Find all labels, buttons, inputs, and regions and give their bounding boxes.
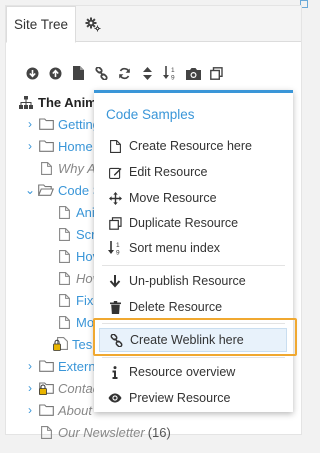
menu-item-label: Delete Resource — [129, 300, 223, 314]
tree-item-home[interactable]: › Home — [24, 136, 93, 156]
camera-icon[interactable] — [185, 65, 201, 81]
arrow-down-icon — [108, 274, 122, 288]
menu-item-resource-overview[interactable]: Resource overview — [94, 360, 293, 384]
chevron-right-icon[interactable]: › — [24, 117, 36, 131]
chevron-right-icon[interactable]: › — [24, 139, 36, 153]
tree-item-label: Tes — [72, 336, 93, 352]
chevron-down-icon[interactable]: ⌄ — [24, 183, 36, 197]
tree-item-about[interactable]: › About — [24, 400, 92, 420]
tree-item-label: Our Newsletter — [58, 424, 145, 440]
tree-item-label: About — [58, 402, 92, 418]
folder-icon — [38, 403, 54, 417]
tab-site-tree[interactable]: Site Tree — [6, 6, 76, 43]
menu-item-unpublish-resource[interactable]: Un-publish Resource — [94, 269, 293, 293]
document-icon — [56, 205, 72, 219]
menu-item-move-resource[interactable]: Move Resource — [94, 186, 293, 210]
menu-item-label: Resource overview — [129, 365, 236, 379]
menu-item-label: Preview Resource — [129, 391, 231, 405]
tree-item-label: Home — [58, 138, 93, 154]
menu-item-label: Sort menu index — [129, 241, 221, 255]
tree-item-extern[interactable]: › Extern — [24, 356, 96, 376]
menu-item-create-weblink[interactable]: Create Weblink here — [99, 328, 287, 352]
locked-document-icon — [52, 337, 68, 351]
menu-item-label: Edit Resource — [129, 165, 208, 179]
up-circle-icon[interactable] — [47, 65, 63, 81]
menu-item-label: Duplicate Resource — [129, 216, 239, 230]
menu-item-create-resource[interactable]: Create Resource here — [94, 134, 293, 158]
folder-icon — [38, 139, 54, 153]
tab-site-tree-label: Site Tree — [13, 17, 69, 32]
chevron-right-icon[interactable]: › — [24, 359, 36, 373]
document-icon[interactable] — [70, 65, 86, 81]
tree-item-label: Extern — [58, 358, 96, 374]
svg-text:9: 9 — [116, 250, 120, 256]
document-icon — [56, 293, 72, 307]
copy-icon — [108, 216, 122, 230]
document-icon — [38, 425, 54, 439]
copy-icon[interactable] — [208, 65, 224, 81]
tree-item-label: Ani — [76, 204, 95, 220]
menu-item-label: Move Resource — [129, 191, 217, 205]
tree-item-tes[interactable]: Tes — [52, 334, 92, 354]
tab-bar: Site Tree — [6, 6, 301, 43]
document-icon — [56, 249, 72, 263]
move-icon — [108, 191, 122, 205]
menu-item-label: Un-publish Resource — [129, 274, 246, 288]
document-icon — [38, 161, 54, 175]
folder-icon — [38, 359, 54, 373]
menu-item-duplicate-resource[interactable]: Duplicate Resource — [94, 211, 293, 235]
info-icon — [108, 365, 122, 379]
locked-folder-icon — [38, 381, 54, 395]
folder-icon — [38, 117, 54, 131]
svg-text:1: 1 — [116, 242, 120, 249]
context-menu-title: Code Samples — [106, 107, 195, 122]
chevron-right-icon[interactable]: › — [24, 381, 36, 395]
tree-root-label: The Anim — [38, 94, 97, 110]
document-icon — [108, 139, 122, 153]
context-menu: Code Samples Create Resource here Edit R… — [94, 90, 293, 412]
sort-numeric-icon[interactable]: 19 — [162, 65, 178, 81]
tree-item-label: Scr — [76, 226, 96, 242]
chevron-right-icon[interactable]: › — [24, 403, 36, 417]
menu-item-sort-menu-index[interactable]: 19 Sort menu index — [94, 236, 293, 260]
document-icon — [56, 315, 72, 329]
tree-item-newsletter[interactable]: Our Newsletter (16) — [38, 422, 171, 442]
down-circle-icon[interactable] — [24, 65, 40, 81]
menu-item-delete-resource[interactable]: Delete Resource — [94, 295, 293, 319]
menu-item-label: Create Weblink here — [130, 333, 244, 347]
document-icon — [56, 271, 72, 285]
folder-open-icon — [38, 183, 54, 197]
menu-item-edit-resource[interactable]: Edit Resource — [94, 160, 293, 184]
tree-item-code-samples[interactable]: ⌄ Code S — [24, 180, 101, 200]
edit-icon — [108, 165, 122, 179]
tree-toolbar: 19 — [24, 65, 224, 81]
gear-icon[interactable] — [84, 16, 102, 34]
eye-icon — [108, 391, 122, 405]
tree-item-count: (16) — [147, 424, 171, 440]
menu-item-preview-resource[interactable]: Preview Resource — [94, 386, 293, 410]
sort-updown-icon[interactable] — [139, 65, 155, 81]
tree-item-hov[interactable]: Hov — [56, 246, 99, 266]
svg-text:9: 9 — [171, 75, 175, 81]
sitemap-icon — [18, 95, 34, 109]
refresh-icon[interactable] — [116, 65, 132, 81]
trash-icon — [108, 300, 122, 314]
svg-text:1: 1 — [171, 67, 175, 74]
menu-divider — [102, 357, 285, 358]
tree-item-scr[interactable]: Scr — [56, 224, 96, 244]
menu-divider — [102, 265, 285, 266]
document-icon — [56, 227, 72, 241]
menu-divider — [102, 323, 285, 324]
menu-item-label: Create Resource here — [129, 139, 252, 153]
link-icon — [109, 333, 123, 347]
tree-item-getting[interactable]: › Getting — [24, 114, 100, 134]
tree-item-contact[interactable]: › Contac — [24, 378, 99, 398]
tree-item-hov-unpublished[interactable]: Hov — [56, 268, 99, 288]
link-icon[interactable] — [93, 65, 109, 81]
tree-item-ani[interactable]: Ani — [56, 202, 95, 222]
tree-root[interactable]: The Anim — [18, 92, 97, 112]
sort-numeric-icon: 19 — [108, 241, 122, 255]
